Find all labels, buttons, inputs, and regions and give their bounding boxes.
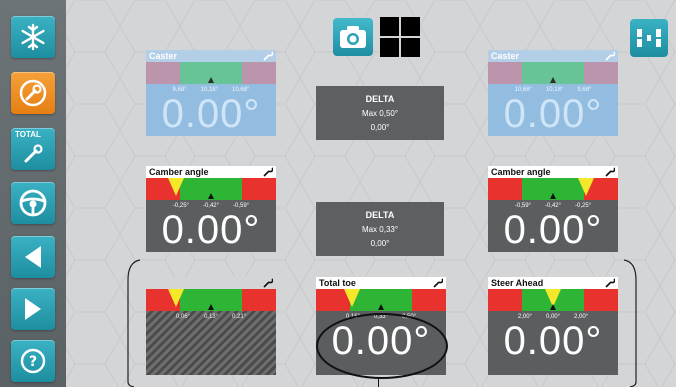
highlight-pointer — [378, 378, 379, 387]
highlight-ellipse — [316, 313, 448, 379]
